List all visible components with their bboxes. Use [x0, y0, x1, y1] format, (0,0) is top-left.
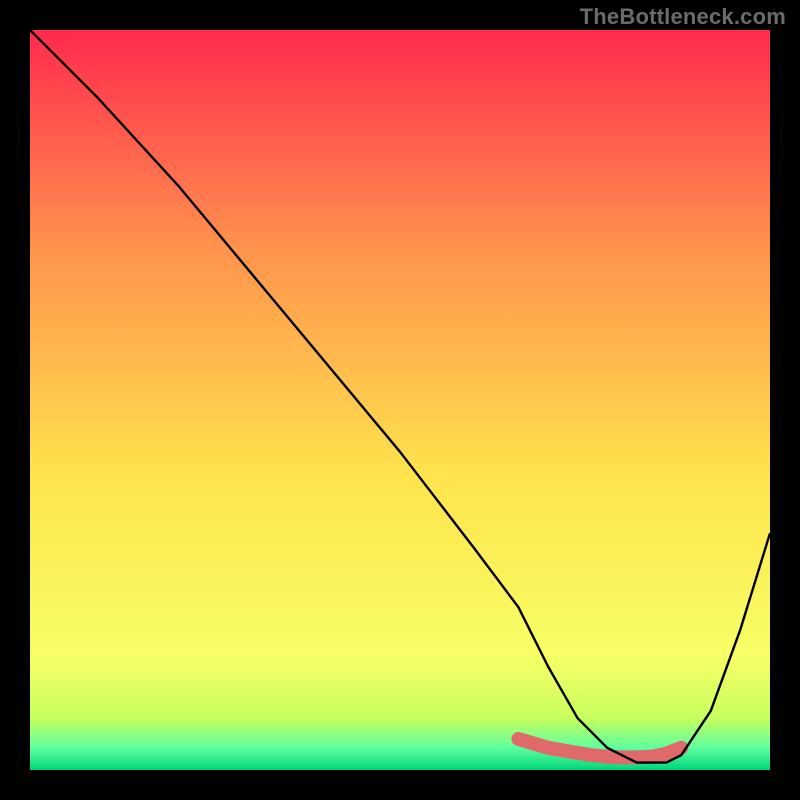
- plot-area: [30, 30, 770, 770]
- watermark-label: TheBottleneck.com: [580, 4, 786, 30]
- plot-svg: [30, 30, 770, 770]
- chart-frame: TheBottleneck.com: [0, 0, 800, 800]
- gradient-background: [30, 30, 770, 770]
